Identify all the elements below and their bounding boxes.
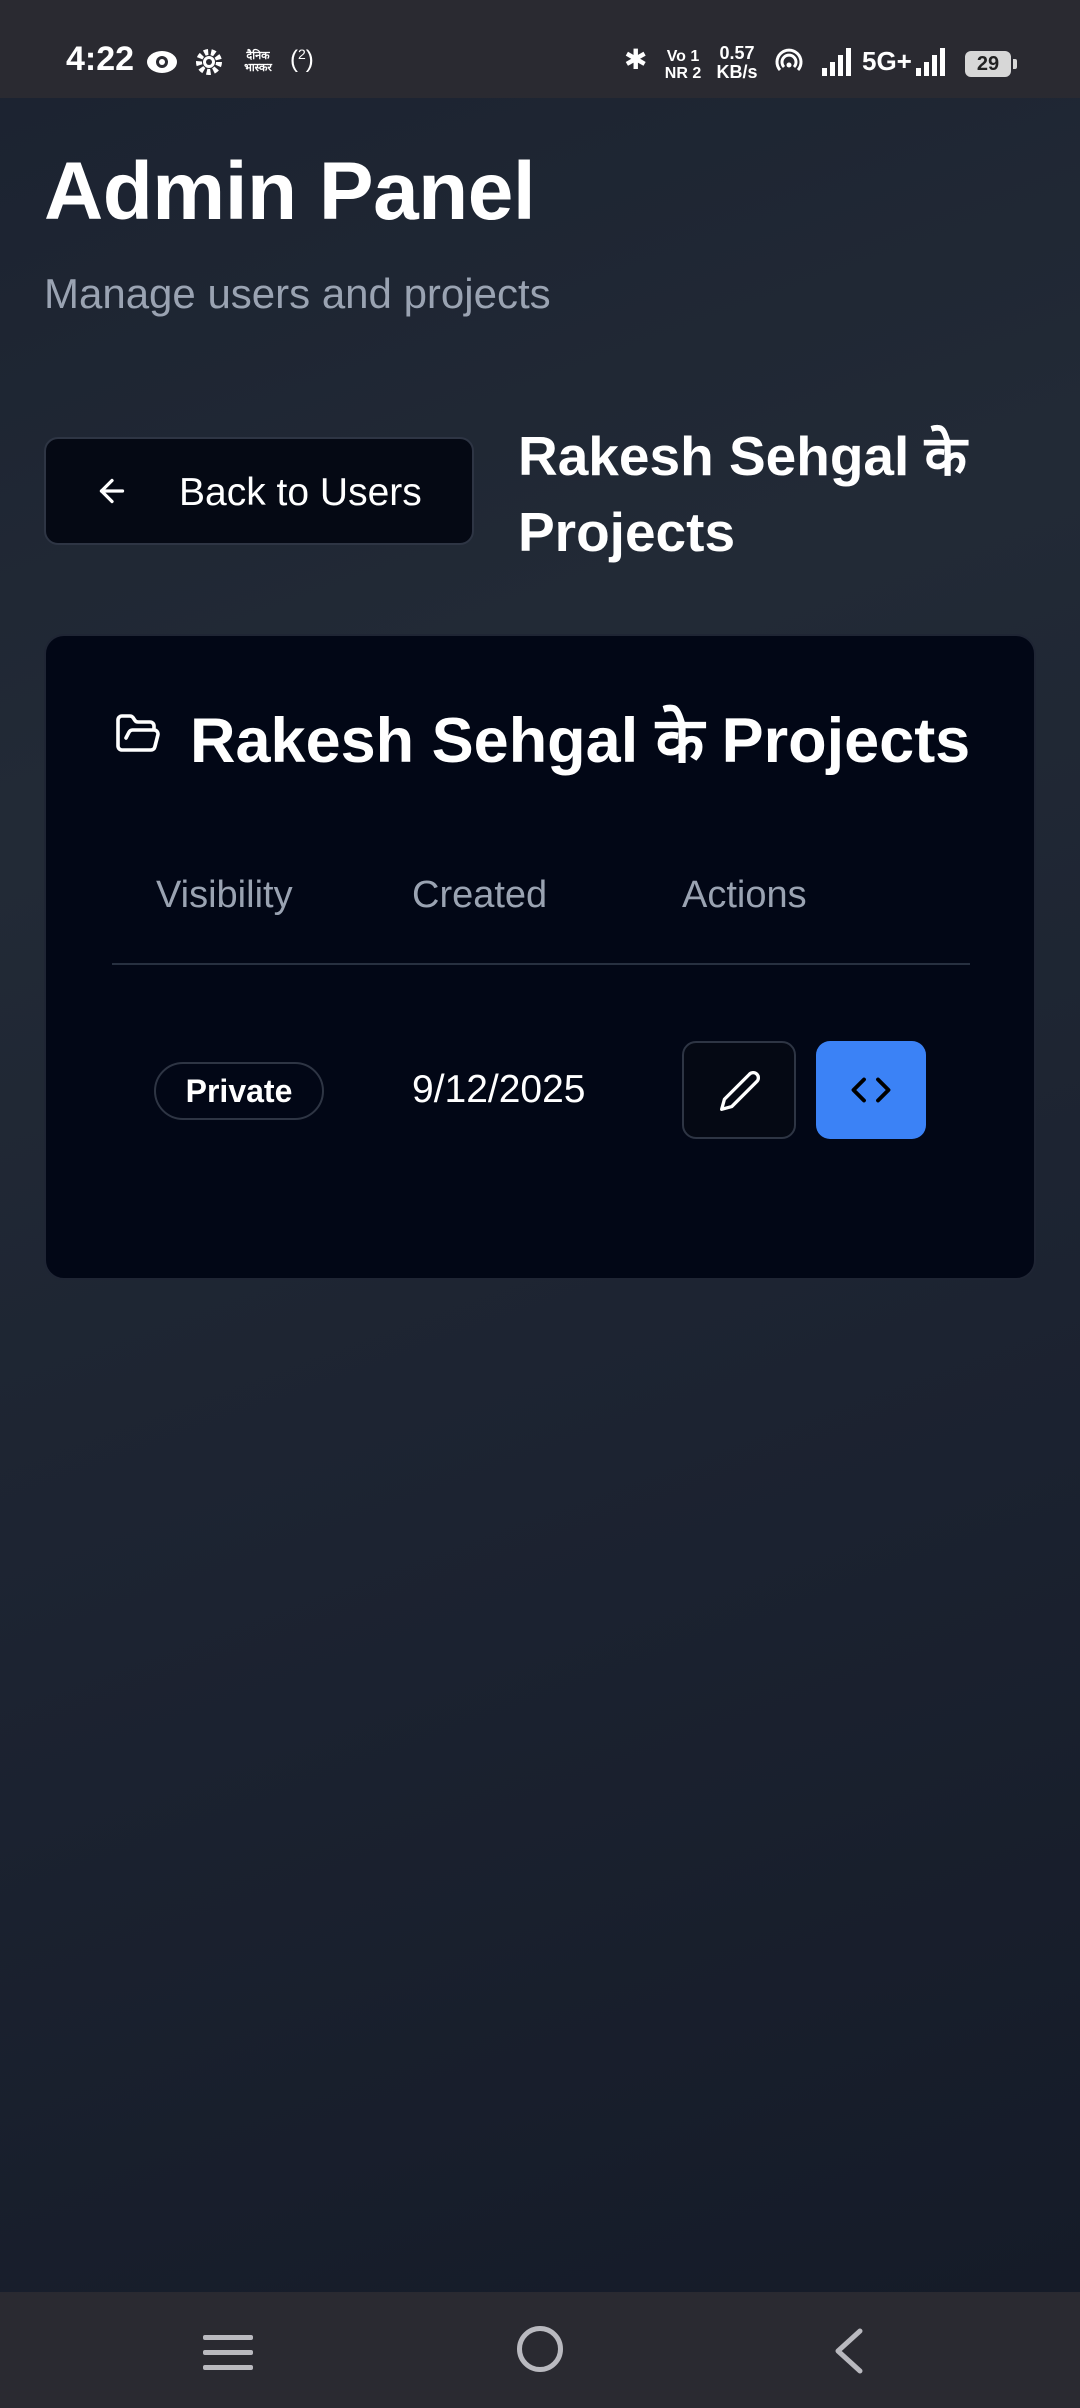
table-divider [112,963,970,965]
gear-icon [196,49,222,75]
page-title: Admin Panel [44,146,536,237]
page-subtitle: Manage users and projects [44,270,551,317]
status-bar: 4:22 दैनिक भास्कर (2) ✱ Vo 1 NR 2 0.57 K… [0,0,1080,98]
signal-icon [822,48,851,76]
home-icon[interactable] [517,2326,563,2372]
battery-icon: 29 [965,51,1017,77]
network-label: Vo 1 NR 2 [664,48,702,82]
eye-icon [147,51,177,73]
status-time: 4:22 [66,40,135,78]
arrow-left-icon [99,478,125,504]
folder-open-icon [116,714,160,752]
code-icon [851,1077,891,1103]
edit-project-button[interactable] [682,1041,796,1139]
pencil-icon [720,1071,761,1111]
back-to-users-button[interactable]: Back to Users [44,437,474,545]
visibility-badge: Private [154,1062,324,1120]
created-date: 9/12/2025 [412,1068,586,1111]
section-title: Rakesh Sehgal के Projects [518,425,967,563]
column-header-created: Created [412,874,548,916]
back-button-label: Back to Users [179,471,422,514]
column-header-actions: Actions [682,874,807,916]
back-icon[interactable] [830,2328,866,2374]
projects-card: Rakesh Sehgal के Projects Visibility Cre… [44,634,1036,1280]
signal-icon-2 [916,48,945,76]
bluetooth-icon: ✱ [624,44,648,75]
news-app-icon: दैनिक भास्कर [244,50,272,74]
hotspot-icon: (2) [290,46,314,73]
open-code-button[interactable] [816,1041,926,1139]
menu-icon[interactable] [203,2333,253,2373]
network-type-label: 5G+ [862,46,912,76]
wifi-hotspot-icon [775,48,803,71]
speed-indicator: 0.57 KB/s [716,43,758,82]
column-header-visibility: Visibility [156,874,293,916]
card-title: Rakesh Sehgal के Projects [190,706,971,776]
